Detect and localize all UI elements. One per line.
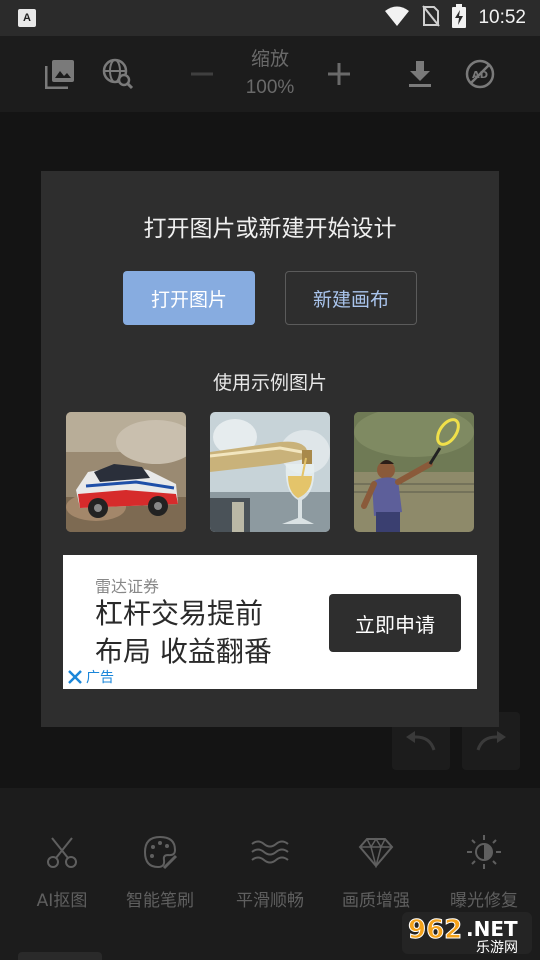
open-image-button[interactable]: 打开图片: [123, 271, 255, 325]
tool-label: 平滑顺畅: [236, 891, 304, 911]
watermark-number: 962: [408, 915, 462, 945]
sample-images-title: 使用示例图片: [212, 372, 327, 394]
battery-charging-icon: [452, 4, 467, 32]
ad-apply-button[interactable]: 立即申请: [329, 594, 461, 652]
sample-image-wine-pour[interactable]: [210, 412, 330, 532]
tool-ai-cutout[interactable]: AI抠图: [16, 832, 108, 911]
diamond-icon: [356, 832, 396, 872]
tool-enhance[interactable]: 画质增强: [330, 832, 422, 911]
ad-headline-line2: 布局 收益翻番: [95, 635, 272, 668]
scissors-icon: [42, 832, 82, 872]
waves-icon: [250, 832, 290, 872]
tool-label: 智能笔刷: [126, 891, 194, 911]
redo-icon: [476, 731, 506, 751]
zoom-level: 缩放 100%: [220, 46, 320, 102]
tool-exposure[interactable]: 曝光修复: [438, 832, 530, 911]
wifi-icon: [384, 5, 410, 31]
status-time: 10:52: [478, 7, 526, 28]
status-icons: 10:52: [384, 4, 526, 32]
ad-banner[interactable]: 雷达证券 杠杆交易提前 布局 收益翻番 立即申请 广告: [63, 555, 477, 689]
zoom-value: 100%: [245, 77, 295, 98]
sample-image-tennis-player[interactable]: [354, 412, 474, 532]
status-bar: A 10:52: [0, 0, 540, 36]
start-dialog: 打开图片或新建开始设计 打开图片 新建画布 使用示例图片 雷达证券 杠杆交易提前…: [41, 171, 499, 727]
sample-image-rally-car[interactable]: [66, 412, 186, 532]
remove-ads-icon[interactable]: AD: [464, 58, 496, 90]
download-icon[interactable]: [404, 58, 436, 90]
undo-icon: [406, 731, 436, 751]
palette-brush-icon: [140, 832, 180, 872]
ad-headline: 杠杆交易提前 布局 收益翻番: [95, 595, 325, 671]
svg-text:AD: AD: [472, 70, 488, 81]
app-notification-icon: A: [18, 9, 36, 27]
no-sim-icon: [422, 5, 441, 31]
site-watermark: 962 .NET 乐游网: [400, 908, 534, 956]
tool-smart-brush[interactable]: 智能笔刷: [114, 832, 206, 911]
web-search-icon[interactable]: [102, 58, 134, 90]
close-icon[interactable]: [67, 669, 83, 685]
zoom-in-icon[interactable]: [323, 58, 355, 90]
dialog-title: 打开图片或新建开始设计: [143, 216, 397, 242]
zoom-out-icon[interactable]: [186, 58, 218, 90]
ad-tag-label: 广告: [86, 670, 114, 686]
top-toolbar: 缩放 100% AD: [0, 36, 540, 112]
tool-label: AI抠图: [36, 891, 88, 911]
new-canvas-button[interactable]: 新建画布: [285, 271, 417, 325]
ad-headline-line1: 杠杆交易提前: [95, 597, 264, 630]
watermark-site: 乐游网: [476, 940, 518, 956]
tool-smooth[interactable]: 平滑顺畅: [224, 832, 316, 911]
exposure-icon: [464, 832, 504, 872]
ad-tag[interactable]: 广告: [67, 667, 114, 687]
zoom-title: 缩放: [250, 49, 289, 70]
nav-handle: [18, 952, 102, 960]
watermark-suffix: .NET: [466, 917, 518, 941]
ad-brand: 雷达证券: [95, 577, 160, 596]
gallery-icon[interactable]: [44, 58, 76, 90]
